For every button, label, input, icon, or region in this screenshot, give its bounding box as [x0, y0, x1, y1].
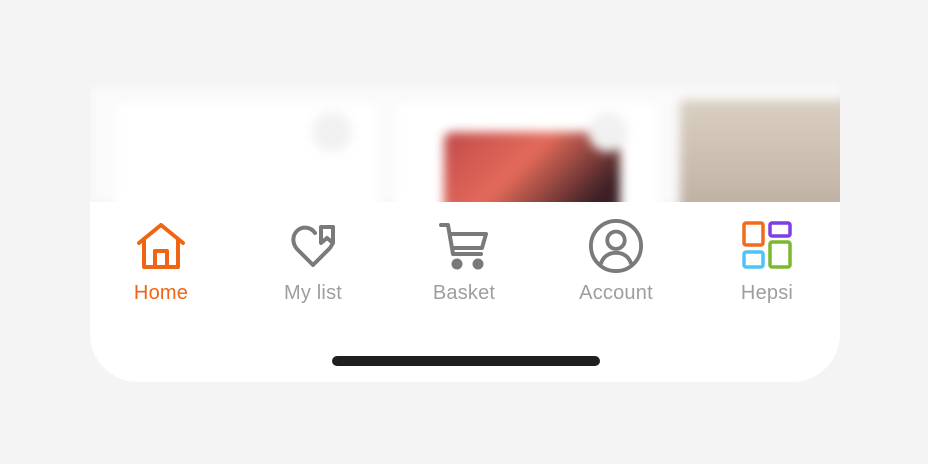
tab-home[interactable]: Home — [90, 202, 236, 322]
user-circle-icon — [588, 218, 644, 274]
cart-icon — [436, 218, 492, 274]
tab-account[interactable]: Account — [541, 202, 691, 322]
hepsi-grid-icon — [739, 218, 795, 274]
heart-bookmark-icon — [285, 218, 341, 274]
home-indicator[interactable] — [332, 356, 600, 366]
bottom-tab-bar: Home My list Basket Account Hepsi — [90, 202, 840, 382]
favorite-heart-icon[interactable] — [312, 112, 352, 152]
tab-label: Hepsi — [740, 282, 794, 304]
tab-hepsi[interactable]: Hepsi — [692, 202, 840, 322]
tab-basket[interactable]: Basket — [389, 202, 539, 322]
tab-my-list[interactable]: My list — [238, 202, 388, 322]
tab-label: Account — [579, 282, 653, 304]
tab-label: My list — [283, 282, 343, 304]
product-carousel[interactable] — [90, 40, 840, 232]
favorite-heart-icon[interactable] — [588, 112, 628, 152]
home-icon — [133, 218, 189, 274]
tab-label: Basket — [432, 282, 496, 304]
phone-screen: Home My list Basket Account Hepsi — [90, 40, 840, 382]
tab-label: Home — [133, 282, 189, 304]
canvas: Home My list Basket Account Hepsi — [0, 0, 928, 464]
